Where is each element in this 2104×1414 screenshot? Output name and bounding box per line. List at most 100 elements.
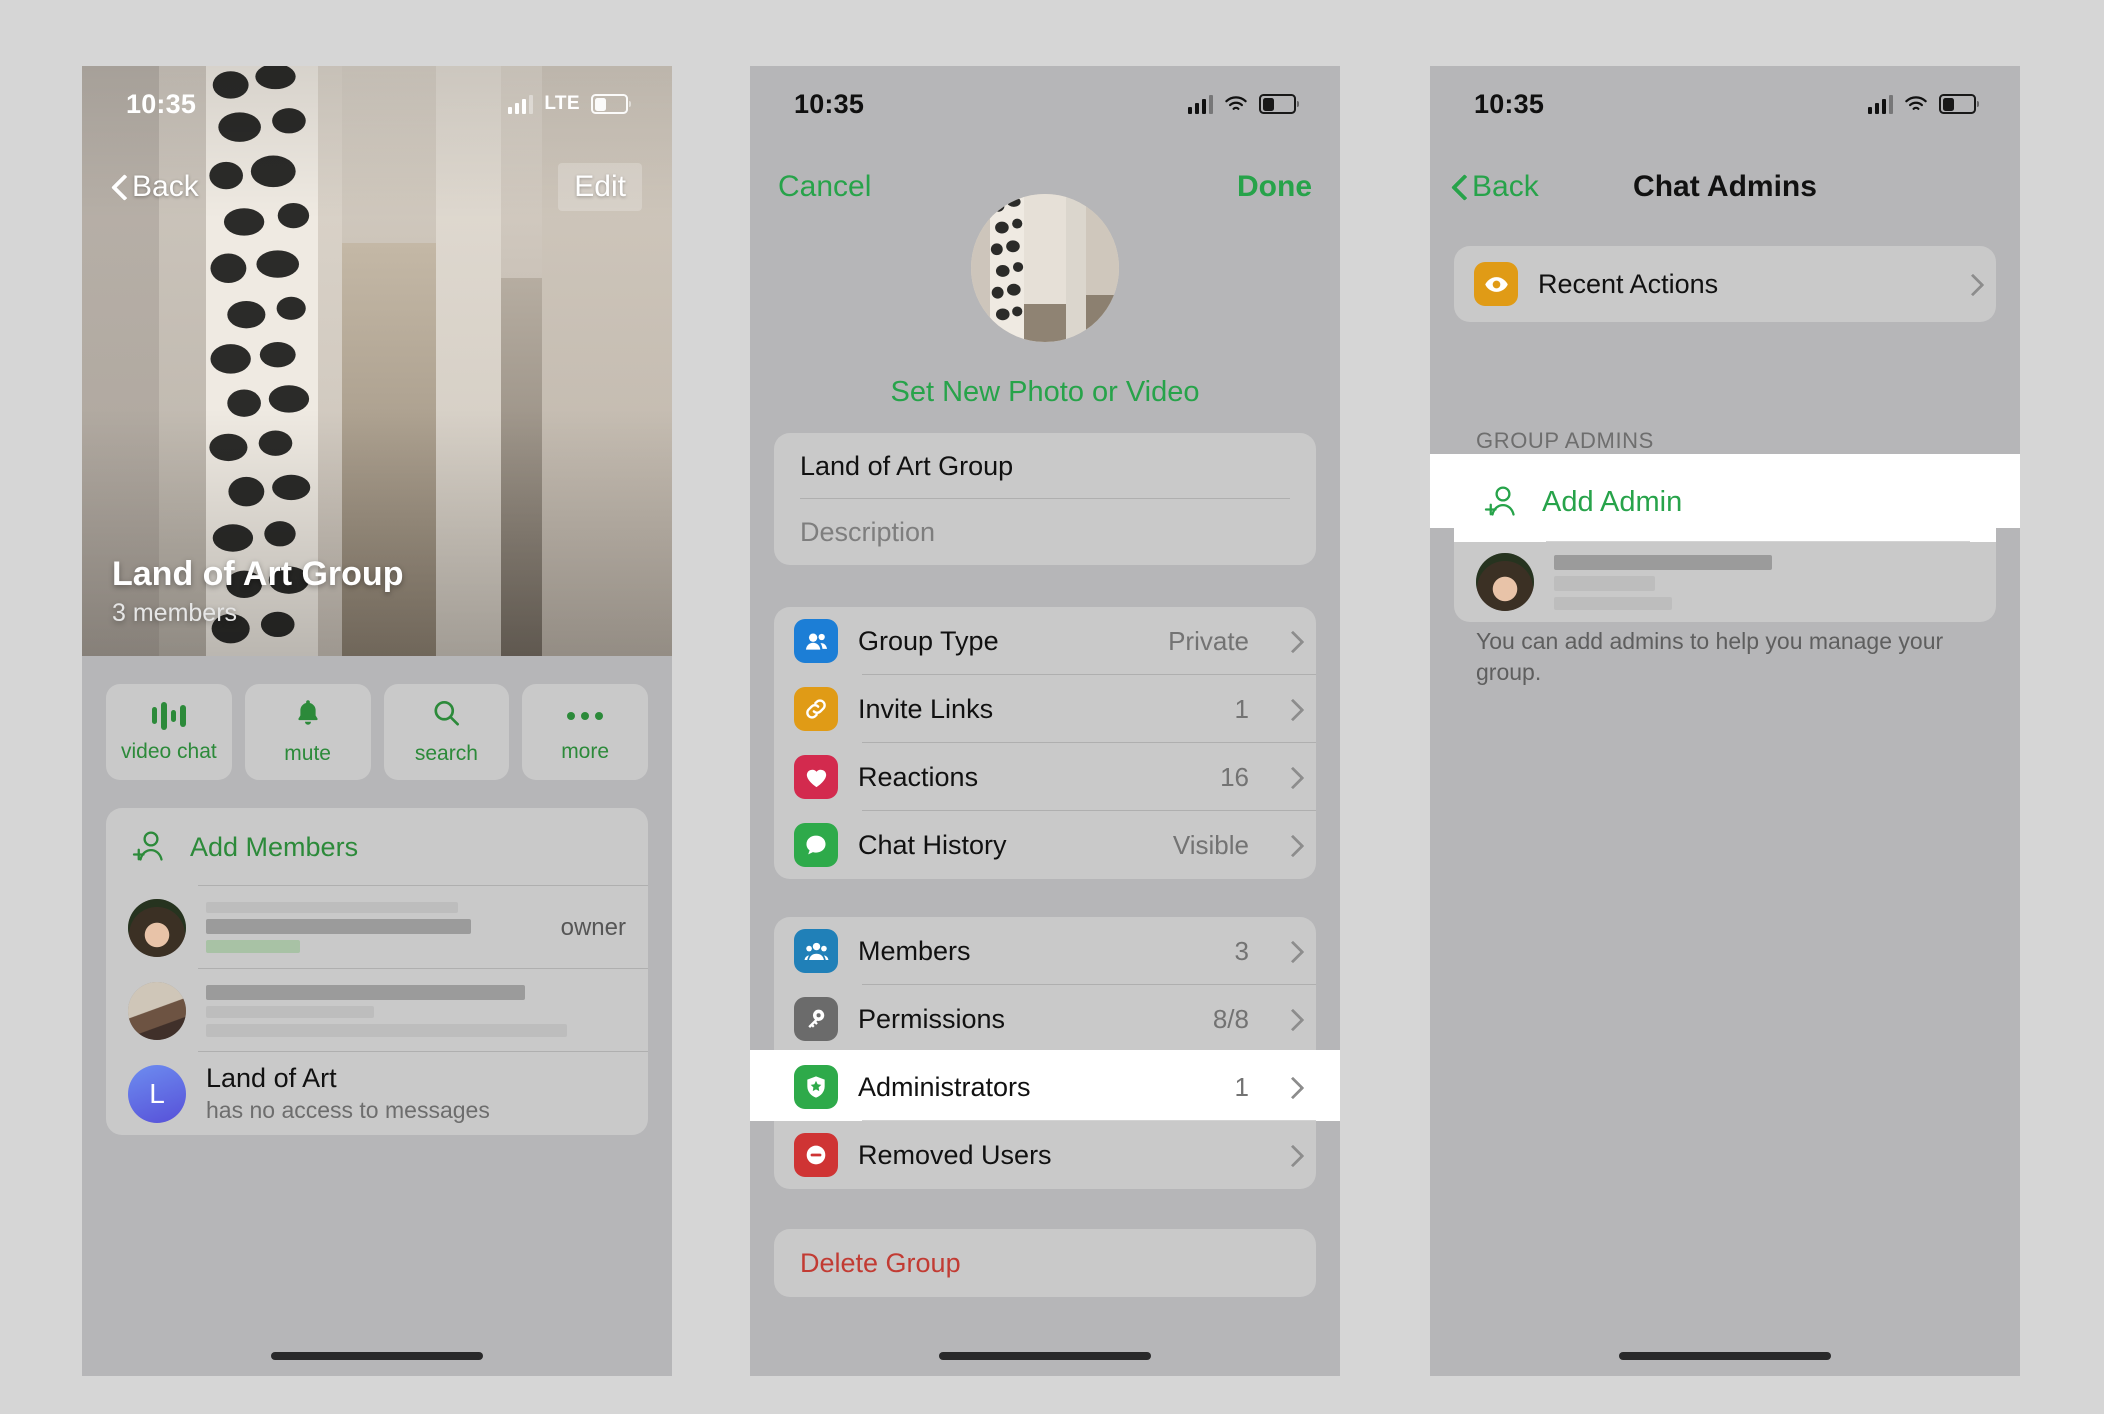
chevron-left-icon bbox=[1452, 175, 1466, 199]
chevron-right-icon bbox=[1965, 275, 1976, 294]
admin-list-item[interactable] bbox=[1454, 542, 1996, 622]
group-cover-photo[interactable]: 10:35 LTE Back Edit Land of Art Group 3 … bbox=[82, 66, 672, 656]
home-indicator bbox=[271, 1352, 483, 1360]
video-chat-label: video chat bbox=[121, 739, 217, 763]
recent-actions-card: Recent Actions bbox=[1454, 246, 1996, 322]
group-people-icon bbox=[794, 929, 838, 973]
set-new-photo-button[interactable]: Set New Photo or Video bbox=[750, 376, 1340, 409]
more-button[interactable]: more bbox=[522, 684, 648, 780]
row-label: Removed Users bbox=[858, 1139, 1052, 1170]
back-label: Back bbox=[1472, 170, 1539, 203]
group-member-count: 3 members bbox=[112, 599, 238, 627]
more-dots-icon bbox=[567, 701, 604, 731]
row-invite-links[interactable]: Invite Links 1 bbox=[774, 675, 1316, 743]
divider bbox=[1546, 541, 1970, 542]
row-value: 3 bbox=[1234, 935, 1249, 966]
status-time: 10:35 bbox=[794, 88, 865, 119]
status-time: 10:35 bbox=[126, 88, 197, 119]
table-row[interactable]: owner bbox=[106, 886, 648, 969]
key-icon bbox=[794, 997, 838, 1041]
row-value: Visible bbox=[1172, 829, 1249, 860]
cancel-button[interactable]: Cancel bbox=[778, 170, 871, 204]
home-indicator bbox=[939, 1352, 1151, 1360]
chevron-right-icon bbox=[1285, 632, 1296, 651]
row-label: Administrators bbox=[858, 1071, 1031, 1102]
row-chat-history[interactable]: Chat History Visible bbox=[774, 811, 1316, 879]
avatar: L bbox=[128, 1064, 186, 1123]
chevron-right-icon bbox=[1285, 1078, 1296, 1097]
nav-bar-3: Chat Admins Back bbox=[1430, 154, 2020, 220]
row-label: Invite Links bbox=[858, 693, 994, 724]
mute-label: mute bbox=[284, 742, 331, 765]
row-removed-users[interactable]: Removed Users bbox=[774, 1121, 1316, 1189]
edit-button[interactable]: Edit bbox=[558, 163, 642, 211]
back-button-1[interactable]: Back bbox=[112, 170, 199, 204]
more-label: more bbox=[561, 739, 610, 763]
eye-icon bbox=[1474, 262, 1518, 306]
group-name-card: Land of Art Group Description bbox=[774, 433, 1316, 565]
search-icon bbox=[432, 698, 461, 733]
row-permissions[interactable]: Permissions 8/8 bbox=[774, 985, 1316, 1053]
wifi-icon bbox=[1224, 95, 1248, 113]
row-administrators[interactable]: Administrators 1 bbox=[774, 1053, 1316, 1121]
search-button[interactable]: search bbox=[383, 684, 510, 780]
add-user-icon bbox=[128, 829, 168, 865]
add-user-icon bbox=[1480, 484, 1520, 520]
group-description-field[interactable]: Description bbox=[774, 499, 1316, 565]
table-row[interactable]: L Land of Art has no access to messages bbox=[106, 1052, 648, 1135]
row-members[interactable]: Members 3 bbox=[774, 917, 1316, 985]
wifi-icon bbox=[1904, 95, 1928, 113]
group-admins-footnote: You can add admins to help you manage yo… bbox=[1476, 628, 1944, 686]
row-group-type[interactable]: Group Type Private bbox=[774, 607, 1316, 675]
row-recent-actions[interactable]: Recent Actions bbox=[1454, 246, 1996, 322]
delete-group-card: Delete Group bbox=[774, 1229, 1316, 1297]
row-value: 1 bbox=[1234, 1071, 1249, 1102]
group-description-placeholder: Description bbox=[800, 516, 936, 547]
row-value: 8/8 bbox=[1212, 1003, 1249, 1034]
add-admin-button[interactable]: Add Admin bbox=[1454, 462, 1996, 542]
screen-edit-group: 10:35 Cancel Done Set New Photo or Video… bbox=[750, 66, 1340, 1376]
group-name-field[interactable]: Land of Art Group bbox=[774, 433, 1316, 499]
battery-icon bbox=[1939, 94, 1979, 114]
add-members-button[interactable]: Add Members bbox=[106, 808, 648, 886]
chevron-left-icon bbox=[112, 175, 126, 199]
mute-button[interactable]: mute bbox=[244, 684, 371, 780]
chevron-right-icon bbox=[1285, 836, 1296, 855]
avatar bbox=[128, 981, 186, 1040]
home-indicator bbox=[1619, 1352, 1831, 1360]
cellular-bars-icon bbox=[507, 94, 534, 114]
member-name-redacted bbox=[206, 902, 529, 953]
back-button-3[interactable]: Back bbox=[1452, 170, 1539, 204]
carrier-label: LTE bbox=[544, 93, 580, 114]
bell-icon bbox=[294, 698, 322, 733]
admin-settings-card: Members 3 Permissions 8/8 Administrators bbox=[774, 917, 1316, 1189]
member-name-redacted bbox=[206, 984, 626, 1037]
chevron-right-icon bbox=[1285, 1146, 1296, 1165]
row-value: Private bbox=[1168, 625, 1249, 656]
divider bbox=[862, 1120, 1316, 1121]
avatar-initial: L bbox=[149, 1077, 165, 1109]
row-reactions[interactable]: Reactions 16 bbox=[774, 743, 1316, 811]
chevron-right-icon bbox=[1285, 942, 1296, 961]
heart-icon bbox=[794, 755, 838, 799]
group-name-value: Land of Art Group bbox=[800, 450, 1014, 481]
battery-icon bbox=[1259, 94, 1299, 114]
battery-icon bbox=[591, 94, 631, 114]
group-settings-card: Group Type Private Invite Links 1 Reacti… bbox=[774, 607, 1316, 879]
row-label: Chat History bbox=[858, 829, 1007, 860]
delete-group-button[interactable]: Delete Group bbox=[774, 1229, 1316, 1297]
row-label: Permissions bbox=[858, 1003, 1006, 1034]
group-header: Land of Art Group 3 members bbox=[112, 554, 403, 628]
done-button[interactable]: Done bbox=[1237, 170, 1312, 204]
row-value: 16 bbox=[1220, 761, 1249, 792]
search-label: search bbox=[414, 742, 478, 765]
table-row[interactable] bbox=[106, 969, 648, 1052]
minus-circle-icon bbox=[794, 1133, 838, 1177]
cellular-bars-icon bbox=[1187, 94, 1213, 114]
screen-group-profile: 10:35 LTE Back Edit Land of Art Group 3 … bbox=[82, 66, 672, 1376]
quick-action-row: video chat mute search more bbox=[106, 684, 648, 780]
avatar bbox=[128, 898, 186, 957]
row-label: Recent Actions bbox=[1538, 268, 1719, 299]
group-admins-card: Add Admin bbox=[1454, 462, 1996, 622]
video-chat-button[interactable]: video chat bbox=[106, 684, 232, 780]
